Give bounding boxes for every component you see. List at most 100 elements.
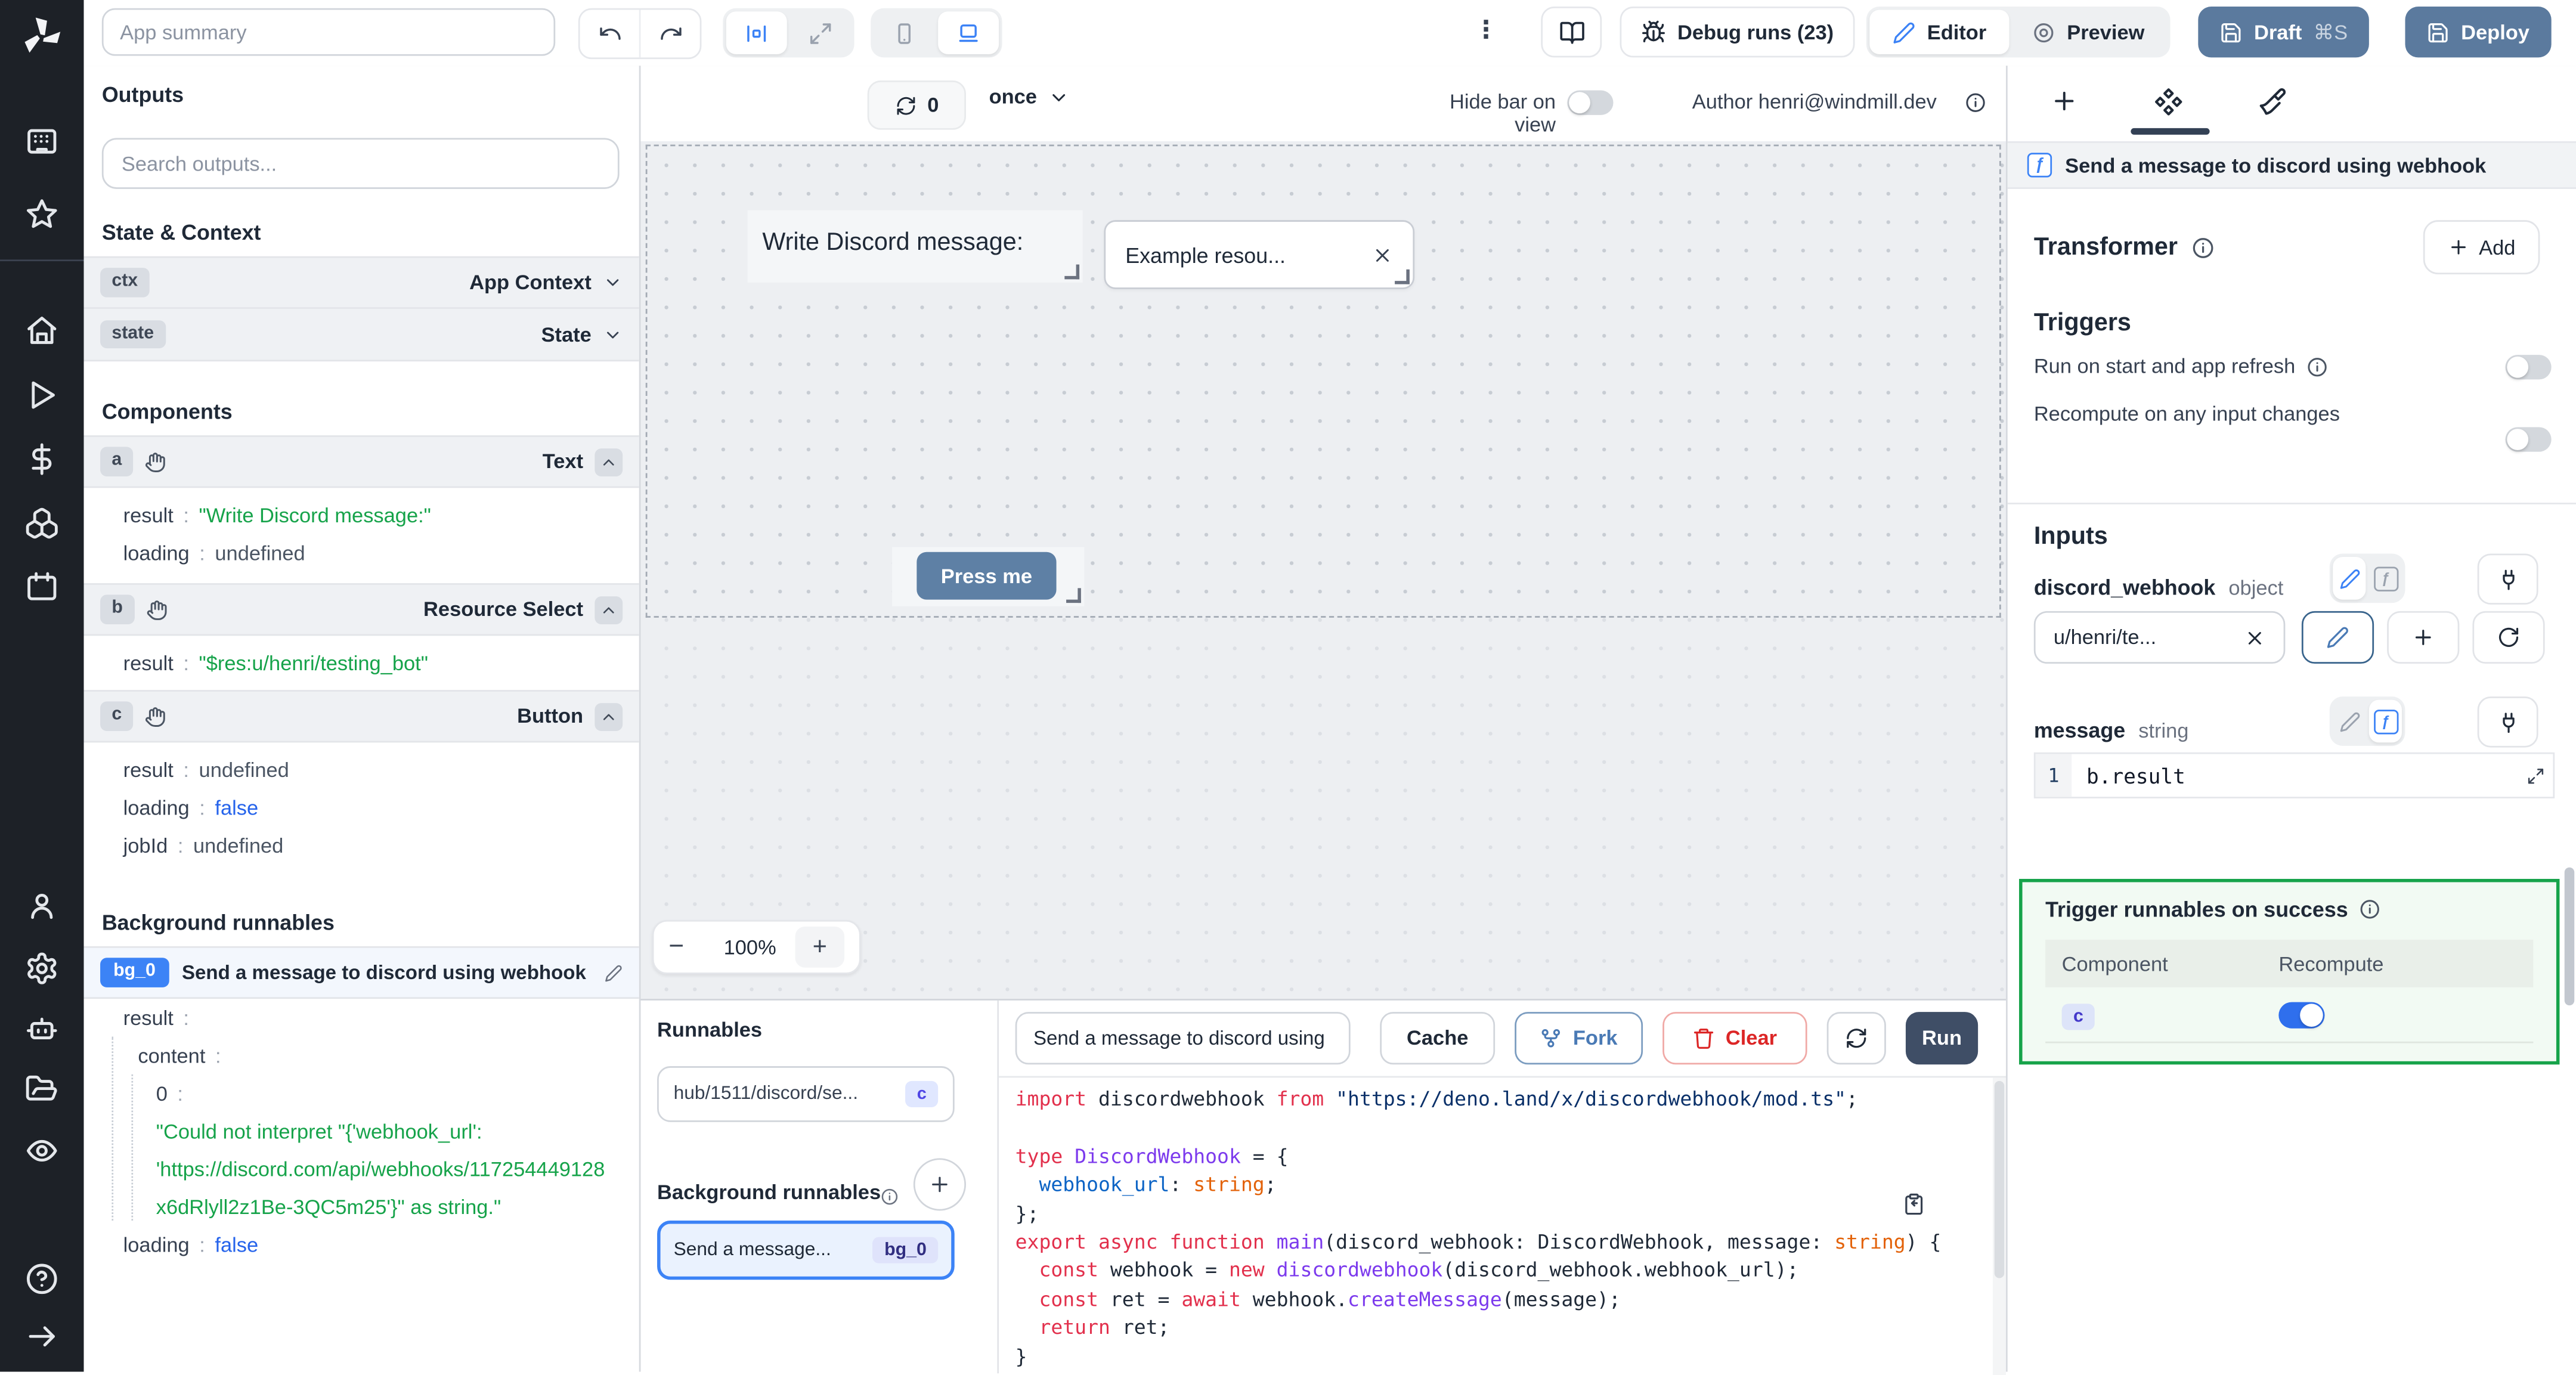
chevron-down-icon[interactable] — [603, 324, 623, 344]
output-field-row[interactable]: loading: false — [84, 1225, 639, 1263]
fork-button[interactable]: Fork — [1515, 1012, 1643, 1065]
resize-handle[interactable] — [1395, 269, 1410, 284]
output-field-row[interactable]: content: — [84, 1036, 639, 1074]
draft-button[interactable]: Draft ⌘S — [2198, 7, 2369, 58]
code-editor[interactable]: import discordwebhook from "https://deno… — [999, 1076, 2006, 1375]
cache-button[interactable]: Cache — [1380, 1012, 1496, 1065]
copy-clipboard-icon[interactable] — [1902, 1193, 1925, 1216]
collapse-chevron-up-icon[interactable] — [595, 595, 623, 624]
input1-connect-plug-icon[interactable] — [2477, 553, 2538, 605]
workers-robot-icon[interactable] — [24, 1012, 59, 1046]
component-a-header[interactable]: a Text — [83, 435, 639, 488]
input1-refresh-button[interactable] — [2472, 611, 2545, 664]
panel-scrollbar-thumb[interactable] — [2564, 867, 2575, 1006]
eval-mode-function-icon[interactable]: ƒ — [2369, 557, 2402, 600]
component-c-header[interactable]: c Button — [83, 690, 639, 743]
recompute-c-toggle[interactable] — [2278, 1001, 2325, 1028]
collapse-arrow-icon[interactable] — [24, 1319, 59, 1354]
schedule-select[interactable]: once — [989, 85, 1070, 109]
search-outputs-input[interactable] — [101, 138, 620, 189]
zoom-in-button[interactable]: + — [795, 926, 845, 968]
tab-styling-brush-icon[interactable] — [2258, 87, 2287, 117]
favorites-star-icon[interactable] — [24, 197, 59, 232]
docs-book-button[interactable] — [1541, 7, 1602, 58]
static-mode-pencil-icon[interactable] — [2333, 556, 2366, 600]
input1-add-resource-button[interactable] — [2387, 611, 2460, 664]
undo-button[interactable] — [580, 10, 639, 58]
zoom-out-button[interactable]: − — [668, 933, 705, 962]
output-field-row[interactable]: result: — [84, 999, 639, 1036]
output-field-row[interactable]: 0: — [84, 1074, 639, 1112]
runs-play-icon[interactable] — [24, 378, 59, 413]
code-content[interactable]: import discordwebhook from "https://deno… — [1015, 1086, 1983, 1372]
input2-expression-editor[interactable]: 1 b.result — [2033, 752, 2555, 798]
windmill-logo-icon[interactable] — [20, 15, 64, 59]
input1-edit-pencil-button[interactable] — [2301, 611, 2374, 664]
settings-gear-icon[interactable] — [24, 951, 59, 986]
run-on-start-toggle[interactable] — [2505, 355, 2552, 380]
apps-icon[interactable] — [24, 125, 59, 159]
text-component[interactable]: Write Discord message: — [747, 210, 1083, 283]
run-button[interactable]: Run — [1905, 1012, 1979, 1065]
tab-preview[interactable]: Preview — [2010, 10, 2168, 54]
mobile-view-button[interactable] — [874, 11, 935, 54]
edit-pencil-icon[interactable] — [605, 964, 623, 981]
hide-bar-toggle[interactable] — [1567, 90, 1614, 115]
eval-mode-function-icon[interactable]: ƒ — [2368, 699, 2402, 743]
editor-scrollbar[interactable] — [1992, 1077, 2006, 1375]
deploy-button[interactable]: Deploy — [2405, 7, 2551, 58]
folders-icon[interactable] — [24, 1073, 59, 1107]
desktop-view-button[interactable] — [938, 11, 999, 54]
input2-connect-plug-icon[interactable] — [2477, 696, 2538, 748]
clear-button[interactable]: Clear — [1662, 1012, 1807, 1065]
help-icon[interactable] — [24, 1262, 59, 1296]
press-me-button[interactable]: Press me — [917, 552, 1057, 600]
button-component-cell[interactable]: Press me — [892, 547, 1085, 606]
state-row[interactable]: state State — [83, 308, 639, 362]
output-field-row[interactable]: result: undefined — [84, 751, 639, 788]
tab-component-settings-icon[interactable] — [2154, 87, 2184, 117]
tab-editor[interactable]: Editor — [1869, 10, 2010, 54]
output-field-row[interactable]: result: "$res:u/henri/testing_bot" — [84, 644, 639, 682]
resources-boxes-icon[interactable] — [24, 506, 59, 541]
bg0-header-row[interactable]: bg_0 Send a message to discord using web… — [83, 946, 639, 999]
runnable-name-input[interactable] — [1015, 1012, 1351, 1065]
chevron-down-icon[interactable] — [603, 272, 623, 292]
tab-insert-plus-icon[interactable] — [2050, 87, 2078, 115]
add-background-runnable-button[interactable] — [913, 1158, 966, 1211]
selected-runnable-header[interactable]: ƒ Send a message to discord using webhoo… — [2007, 141, 2576, 189]
static-mode-pencil-icon[interactable] — [2333, 700, 2366, 743]
recompute-toggle[interactable] — [2505, 427, 2552, 452]
bg-runnable-item-selected[interactable]: Send a message... bg_0 — [657, 1221, 955, 1280]
info-icon[interactable] — [2360, 899, 2381, 920]
fullscreen-button[interactable] — [790, 11, 851, 54]
runnable-item[interactable]: hub/1511/discord/se... c — [657, 1066, 955, 1122]
collapse-chevron-up-icon[interactable] — [595, 447, 623, 476]
resize-handle[interactable] — [1066, 588, 1081, 603]
clear-x-icon[interactable] — [2244, 627, 2265, 648]
output-field-row[interactable]: result: "Write Discord message:" — [84, 496, 639, 534]
audit-eye-icon[interactable] — [24, 1134, 59, 1168]
collapse-chevron-up-icon[interactable] — [595, 702, 623, 730]
app-canvas[interactable]: Write Discord message: Example resou... … — [640, 141, 2006, 999]
kebab-menu-icon[interactable]: ⋮ — [1473, 15, 1500, 45]
resize-handle[interactable] — [1064, 264, 1080, 280]
output-field-row[interactable]: loading: false — [84, 788, 639, 826]
clear-x-icon[interactable] — [1372, 244, 1394, 265]
info-icon[interactable] — [2191, 236, 2214, 259]
users-person-icon[interactable] — [24, 889, 59, 924]
info-icon[interactable] — [2307, 355, 2329, 377]
redo-button[interactable] — [639, 10, 700, 58]
info-icon[interactable] — [1965, 92, 1986, 113]
app-summary-input[interactable] — [101, 8, 556, 56]
refresh-code-button[interactable] — [1826, 1012, 1886, 1065]
input1-resource-select[interactable]: u/henri/te... — [2033, 611, 2286, 664]
center-align-button[interactable] — [726, 11, 787, 54]
add-transformer-button[interactable]: Add — [2423, 220, 2540, 275]
output-field-row[interactable]: loading: undefined — [84, 534, 639, 571]
component-b-header[interactable]: b Resource Select — [83, 583, 639, 636]
output-field-row[interactable]: jobId: undefined — [84, 826, 639, 864]
resource-select-component[interactable]: Example resou... — [1104, 220, 1415, 289]
home-icon[interactable] — [24, 314, 59, 348]
schedules-calendar-icon[interactable] — [24, 570, 59, 605]
